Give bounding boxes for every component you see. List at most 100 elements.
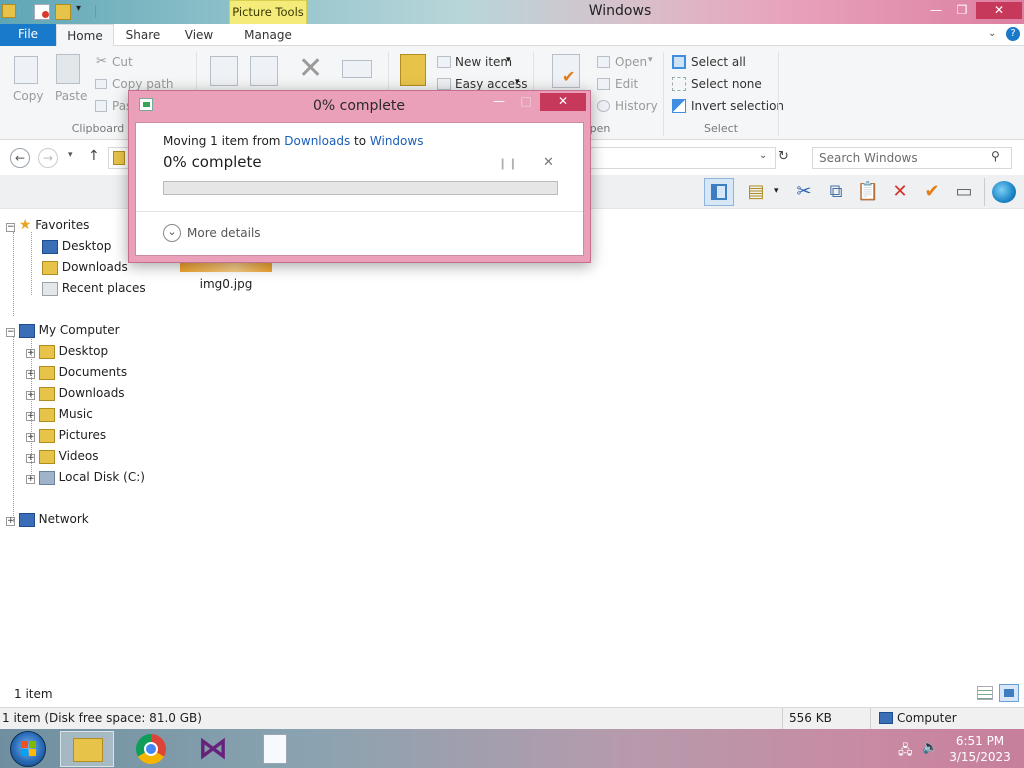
edit-button[interactable]: Edit xyxy=(615,77,638,91)
dialog-maximize-button[interactable]: □ xyxy=(513,93,539,111)
invert-selection-button[interactable]: Invert selection xyxy=(691,99,784,113)
properties-icon[interactable] xyxy=(34,4,50,20)
tab-share[interactable]: Share xyxy=(116,24,170,47)
tree-favorites-desktop[interactable]: Desktop xyxy=(42,236,111,257)
paste-button[interactable]: Paste xyxy=(55,89,87,103)
collapse-icon[interactable]: − xyxy=(6,328,15,337)
tab-home[interactable]: Home xyxy=(56,24,114,47)
expand-icon[interactable]: + xyxy=(26,391,35,400)
tree-favorites[interactable]: − ★ Favorites xyxy=(6,215,89,236)
folder-icon xyxy=(2,4,16,18)
expand-icon[interactable]: + xyxy=(26,370,35,379)
copy-toolbar-icon[interactable]: ⧉ xyxy=(824,180,848,204)
taskbar-chrome[interactable] xyxy=(124,731,178,767)
tree-item-desktop[interactable]: + Desktop xyxy=(26,341,108,362)
status-bar: 1 item xyxy=(0,683,1024,705)
tree-label: Documents xyxy=(58,365,128,379)
new-item-button[interactable]: New item xyxy=(455,55,512,69)
help-icon[interactable]: ? xyxy=(1006,27,1020,41)
tab-manage[interactable]: Manage xyxy=(236,24,300,47)
copy-button[interactable]: Copy xyxy=(13,89,43,103)
picture-tools-tab[interactable]: Picture Tools xyxy=(229,0,307,24)
maximize-button[interactable]: ❐ xyxy=(950,2,974,19)
taskbar-file-explorer[interactable] xyxy=(60,731,114,767)
tree-item-music[interactable]: + Music xyxy=(26,404,93,425)
cut-button[interactable]: Cut xyxy=(112,55,133,69)
destination-link[interactable]: Windows xyxy=(370,134,424,148)
start-button[interactable] xyxy=(10,731,46,767)
more-details-button[interactable]: More details xyxy=(187,226,261,240)
qat-dropdown-icon[interactable]: ▾ xyxy=(76,3,81,14)
dialog-close-button[interactable]: ✕ xyxy=(540,93,586,111)
tree-item-documents[interactable]: + Documents xyxy=(26,362,127,383)
address-dropdown-icon[interactable]: ⌄ xyxy=(759,150,767,161)
expand-icon[interactable]: + xyxy=(6,517,15,526)
expand-icon[interactable]: + xyxy=(26,475,35,484)
rename-icon[interactable] xyxy=(342,60,372,78)
rename-toolbar-icon[interactable]: ▭ xyxy=(952,180,976,204)
refresh-icon[interactable]: ↻ xyxy=(778,149,789,164)
copy-to-icon[interactable] xyxy=(250,56,278,86)
move-to-icon[interactable] xyxy=(210,56,238,86)
chevron-down-icon[interactable]: ⌄ xyxy=(163,224,181,242)
new-item-dropdown-icon[interactable]: ▾ xyxy=(506,55,511,65)
network-tray-icon[interactable]: 🖧 xyxy=(898,741,913,763)
new-folder-icon[interactable] xyxy=(55,4,71,20)
recent-locations-icon[interactable]: ▾ xyxy=(68,150,73,160)
properties-toolbar-icon[interactable]: ✔ xyxy=(920,180,944,204)
copy-path-button[interactable]: Copy path xyxy=(112,77,174,91)
search-input[interactable]: Search Windows xyxy=(812,147,1012,169)
tab-view[interactable]: View xyxy=(172,24,226,47)
volume-icon[interactable]: 🔈 xyxy=(922,740,938,755)
new-folder-large-icon[interactable] xyxy=(400,54,426,86)
tree-item-local-disk[interactable]: + Local Disk (C:) xyxy=(26,467,145,488)
back-button[interactable]: ← xyxy=(10,148,30,168)
toolbar-dropdown-icon[interactable]: ▾ xyxy=(774,186,779,196)
tree-recent-places[interactable]: Recent places xyxy=(42,278,146,299)
select-all-button[interactable]: Select all xyxy=(691,55,746,69)
expand-icon[interactable]: + xyxy=(26,454,35,463)
forward-button[interactable]: → xyxy=(38,148,58,168)
folder-options-icon[interactable]: ▤ xyxy=(744,180,768,204)
tree-item-downloads[interactable]: + Downloads xyxy=(26,383,125,404)
properties-large-icon[interactable]: ✔ xyxy=(552,54,580,88)
globe-icon[interactable] xyxy=(992,181,1016,203)
cancel-icon[interactable]: ✕ xyxy=(543,155,554,170)
dialog-minimize-button[interactable]: — xyxy=(486,93,512,111)
tree-item-videos[interactable]: + Videos xyxy=(26,446,99,467)
tree-item-pictures[interactable]: + Pictures xyxy=(26,425,106,446)
large-icons-view-button[interactable] xyxy=(999,684,1019,702)
details-view-icon[interactable] xyxy=(977,686,993,700)
preview-pane-button[interactable] xyxy=(704,178,734,206)
tab-file[interactable]: File xyxy=(0,24,56,46)
delete-toolbar-icon[interactable]: ✕ xyxy=(888,180,912,204)
up-icon[interactable]: ↑ xyxy=(88,148,100,164)
paste-toolbar-icon[interactable]: 📋 xyxy=(856,180,880,204)
taskbar-visual-studio[interactable]: ⋈ xyxy=(186,731,240,767)
select-none-button[interactable]: Select none xyxy=(691,77,762,91)
expand-icon[interactable]: + xyxy=(26,433,35,442)
search-icon[interactable]: ⚲ xyxy=(991,149,1000,163)
delete-icon[interactable]: ✕ xyxy=(298,52,323,86)
pause-icon[interactable]: ❙❙ xyxy=(498,157,518,170)
tree-my-computer[interactable]: − My Computer xyxy=(6,320,120,341)
file-name[interactable]: img0.jpg xyxy=(180,277,272,291)
tree-network[interactable]: + Network xyxy=(6,509,89,530)
minimize-button[interactable]: — xyxy=(924,2,948,19)
source-link[interactable]: Downloads xyxy=(284,134,350,148)
easy-access-dropdown-icon[interactable]: ▾ xyxy=(515,77,520,87)
expand-icon[interactable]: + xyxy=(26,349,35,358)
open-button[interactable]: Open xyxy=(615,55,647,69)
cut-toolbar-icon[interactable]: ✂ xyxy=(792,180,816,204)
taskbar-notepad[interactable] xyxy=(248,731,302,767)
close-button[interactable]: ✕ xyxy=(976,2,1022,19)
expand-icon[interactable]: + xyxy=(26,412,35,421)
clock[interactable]: 6:51 PM 3/15/2023 xyxy=(944,733,1016,765)
tree-favorites-downloads[interactable]: Downloads xyxy=(42,257,128,278)
open-dropdown-icon[interactable]: ▾ xyxy=(648,55,653,65)
collapse-icon[interactable]: − xyxy=(6,223,15,232)
ribbon-collapse-icon[interactable]: ⌄ xyxy=(988,28,996,39)
select-none-icon xyxy=(672,77,686,91)
downloads-icon xyxy=(38,386,55,401)
history-button[interactable]: History xyxy=(615,99,658,113)
